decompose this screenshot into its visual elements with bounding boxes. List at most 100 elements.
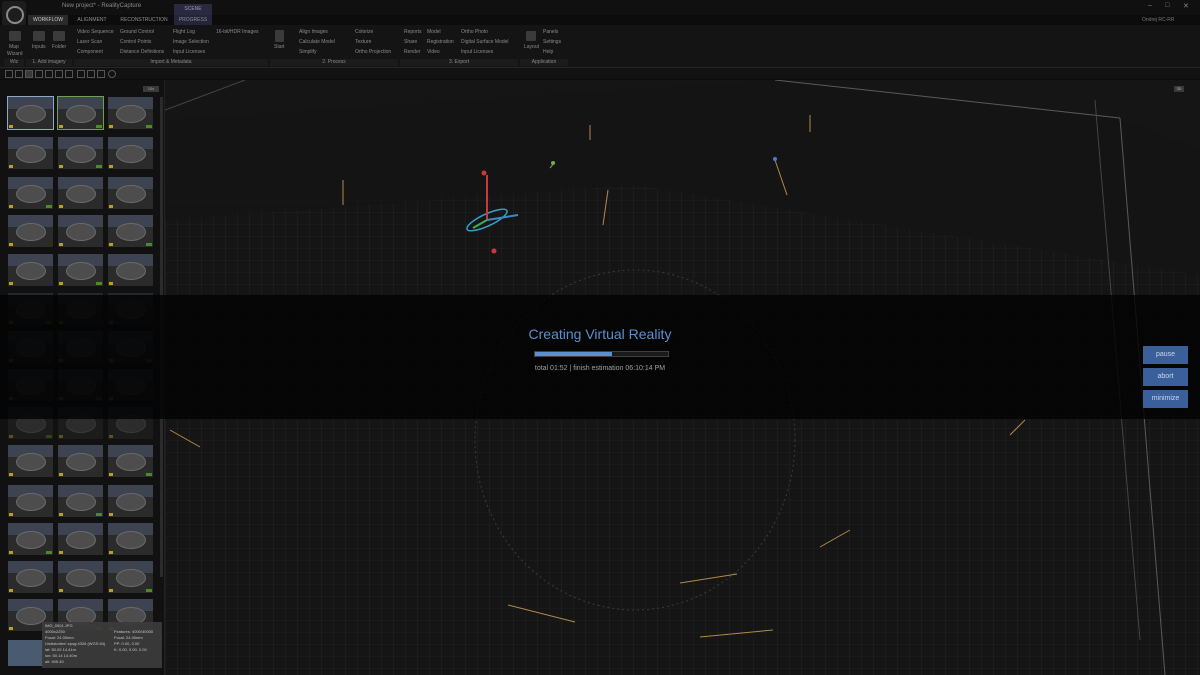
- distance-definitions-button[interactable]: Distance Definitions: [120, 49, 164, 55]
- input-licenses-button[interactable]: Input Licenses: [173, 49, 205, 55]
- pause-button[interactable]: pause: [1143, 346, 1188, 364]
- warning-icon: [59, 473, 63, 476]
- control-points-button[interactable]: Control Points: [120, 39, 151, 45]
- aligned-badge: [146, 473, 152, 476]
- thumbnail-fountain: [16, 185, 46, 203]
- thumbnail-fountain: [16, 105, 46, 123]
- image-thumbnail[interactable]: [108, 445, 153, 477]
- thumbnail-fountain: [66, 531, 96, 549]
- texture-button[interactable]: Texture: [355, 39, 371, 45]
- view-mode-3-icon[interactable]: [25, 70, 33, 78]
- help-button[interactable]: Help: [543, 49, 553, 55]
- tab-reconstruction[interactable]: RECONSTRUCTION: [116, 15, 172, 25]
- image-thumbnail[interactable]: [8, 561, 53, 593]
- thumbnail-fountain: [116, 262, 146, 280]
- registration-export-button[interactable]: Registration: [427, 39, 454, 45]
- info-lon: lon: 50.14 14.40m: [45, 653, 78, 658]
- warning-icon: [109, 282, 113, 285]
- image-thumbnail[interactable]: [58, 254, 103, 286]
- image-thumbnail[interactable]: [8, 177, 53, 209]
- folder-button[interactable]: Folder: [52, 44, 66, 50]
- scene-tab[interactable]: SCENE: [174, 4, 212, 15]
- image-thumbnail[interactable]: [8, 215, 53, 247]
- app-logo-icon[interactable]: [2, 1, 26, 27]
- thumbnail-fountain: [116, 145, 146, 163]
- colorize-button[interactable]: Colorize: [355, 29, 373, 35]
- export-input-licenses-button[interactable]: Input Licenses: [461, 49, 493, 55]
- ortho-projection-button[interactable]: Ortho Projection: [355, 49, 391, 55]
- image-thumbnail[interactable]: [58, 215, 103, 247]
- aligned-badge: [46, 551, 52, 554]
- view-mode-8-icon[interactable]: [77, 70, 85, 78]
- image-thumbnail[interactable]: [8, 485, 53, 517]
- image-thumbnail[interactable]: [108, 485, 153, 517]
- start-button[interactable]: Start: [274, 44, 285, 50]
- view-mode-10-icon[interactable]: [97, 70, 105, 78]
- image-thumbnail[interactable]: [108, 97, 153, 129]
- viewport-mode-badge[interactable]: 3D: [1174, 86, 1184, 92]
- view-mode-7-icon[interactable]: [65, 70, 73, 78]
- tab-workflow[interactable]: WORKFLOW: [28, 15, 68, 25]
- render-button[interactable]: Render: [404, 49, 420, 55]
- share-button[interactable]: Share: [404, 39, 417, 45]
- image-thumbnail[interactable]: [108, 523, 153, 555]
- image-selection-button[interactable]: Image Selection: [173, 39, 209, 45]
- flight-log-button[interactable]: Flight Log: [173, 29, 195, 35]
- wizard-button-line2[interactable]: Wizard: [7, 51, 23, 57]
- image-thumbnail[interactable]: [108, 254, 153, 286]
- align-images-button[interactable]: Align Images: [299, 29, 328, 35]
- video-sequence-button[interactable]: Video Sequence: [77, 29, 114, 35]
- video-export-button[interactable]: Video: [427, 49, 440, 55]
- tab-progress[interactable]: PROGRESS: [174, 15, 212, 25]
- thumbnail-fountain: [16, 223, 46, 241]
- close-window-button[interactable]: ✕: [1183, 2, 1189, 10]
- laser-scan-button[interactable]: Laser Scan: [77, 39, 102, 45]
- abort-button[interactable]: abort: [1143, 368, 1188, 386]
- image-thumbnail[interactable]: [108, 215, 153, 247]
- tab-alignment[interactable]: ALIGNMENT: [70, 15, 114, 25]
- simplify-button[interactable]: Simplify: [299, 49, 317, 55]
- settings-button[interactable]: Settings: [543, 39, 561, 45]
- ground-control-button[interactable]: Ground Control: [120, 29, 154, 35]
- view-mode-1-icon[interactable]: [5, 70, 13, 78]
- model-export-button[interactable]: Model: [427, 29, 441, 35]
- view-mode-2-icon[interactable]: [15, 70, 23, 78]
- component-button[interactable]: Component: [77, 49, 103, 55]
- image-thumbnail[interactable]: [8, 523, 53, 555]
- image-thumbnail[interactable]: [8, 254, 53, 286]
- image-thumbnail[interactable]: [108, 137, 153, 169]
- progress-bar-fill: [535, 352, 613, 356]
- image-thumbnail[interactable]: [57, 96, 104, 130]
- image-thumbnail[interactable]: [108, 561, 153, 593]
- image-thumbnail[interactable]: [58, 445, 103, 477]
- view-mode-9-icon[interactable]: [87, 70, 95, 78]
- image-thumbnail[interactable]: [7, 96, 54, 130]
- hdr-images-toggle[interactable]: 16-bit/HDR Images: [216, 29, 259, 35]
- image-thumbnail[interactable]: [58, 177, 103, 209]
- maximize-window-button[interactable]: □: [1165, 2, 1169, 9]
- view-mode-4-icon[interactable]: [35, 70, 43, 78]
- ortho-photo-button[interactable]: Ortho Photo: [461, 29, 488, 35]
- image-thumbnail[interactable]: [58, 137, 103, 169]
- wizard-button-line1[interactable]: Map: [9, 44, 19, 50]
- layout-button[interactable]: Layout: [524, 44, 539, 50]
- image-thumbnail[interactable]: [58, 485, 103, 517]
- thumbnail-fountain: [66, 185, 96, 203]
- image-thumbnail[interactable]: [8, 445, 53, 477]
- image-thumbnail[interactable]: [58, 523, 103, 555]
- minimize-window-button[interactable]: –: [1148, 2, 1152, 9]
- image-thumbnail[interactable]: [108, 177, 153, 209]
- view-mode-6-icon[interactable]: [55, 70, 63, 78]
- panels-button[interactable]: Panels: [543, 29, 558, 35]
- progress-title: Creating Virtual Reality: [528, 326, 672, 342]
- calculate-model-button[interactable]: Calculate Model: [299, 39, 335, 45]
- view-mode-5-icon[interactable]: [45, 70, 53, 78]
- image-thumbnail[interactable]: [58, 561, 103, 593]
- digital-surface-model-button[interactable]: Digital Surface Model: [461, 39, 509, 45]
- image-thumbnail[interactable]: [8, 137, 53, 169]
- minimize-button[interactable]: minimize: [1143, 390, 1188, 408]
- inputs-button[interactable]: Inputs: [32, 44, 46, 50]
- group-label-add-imagery: 1. Add imagery: [26, 59, 72, 66]
- add-view-icon[interactable]: [108, 70, 116, 78]
- reports-button[interactable]: Reports: [404, 29, 422, 35]
